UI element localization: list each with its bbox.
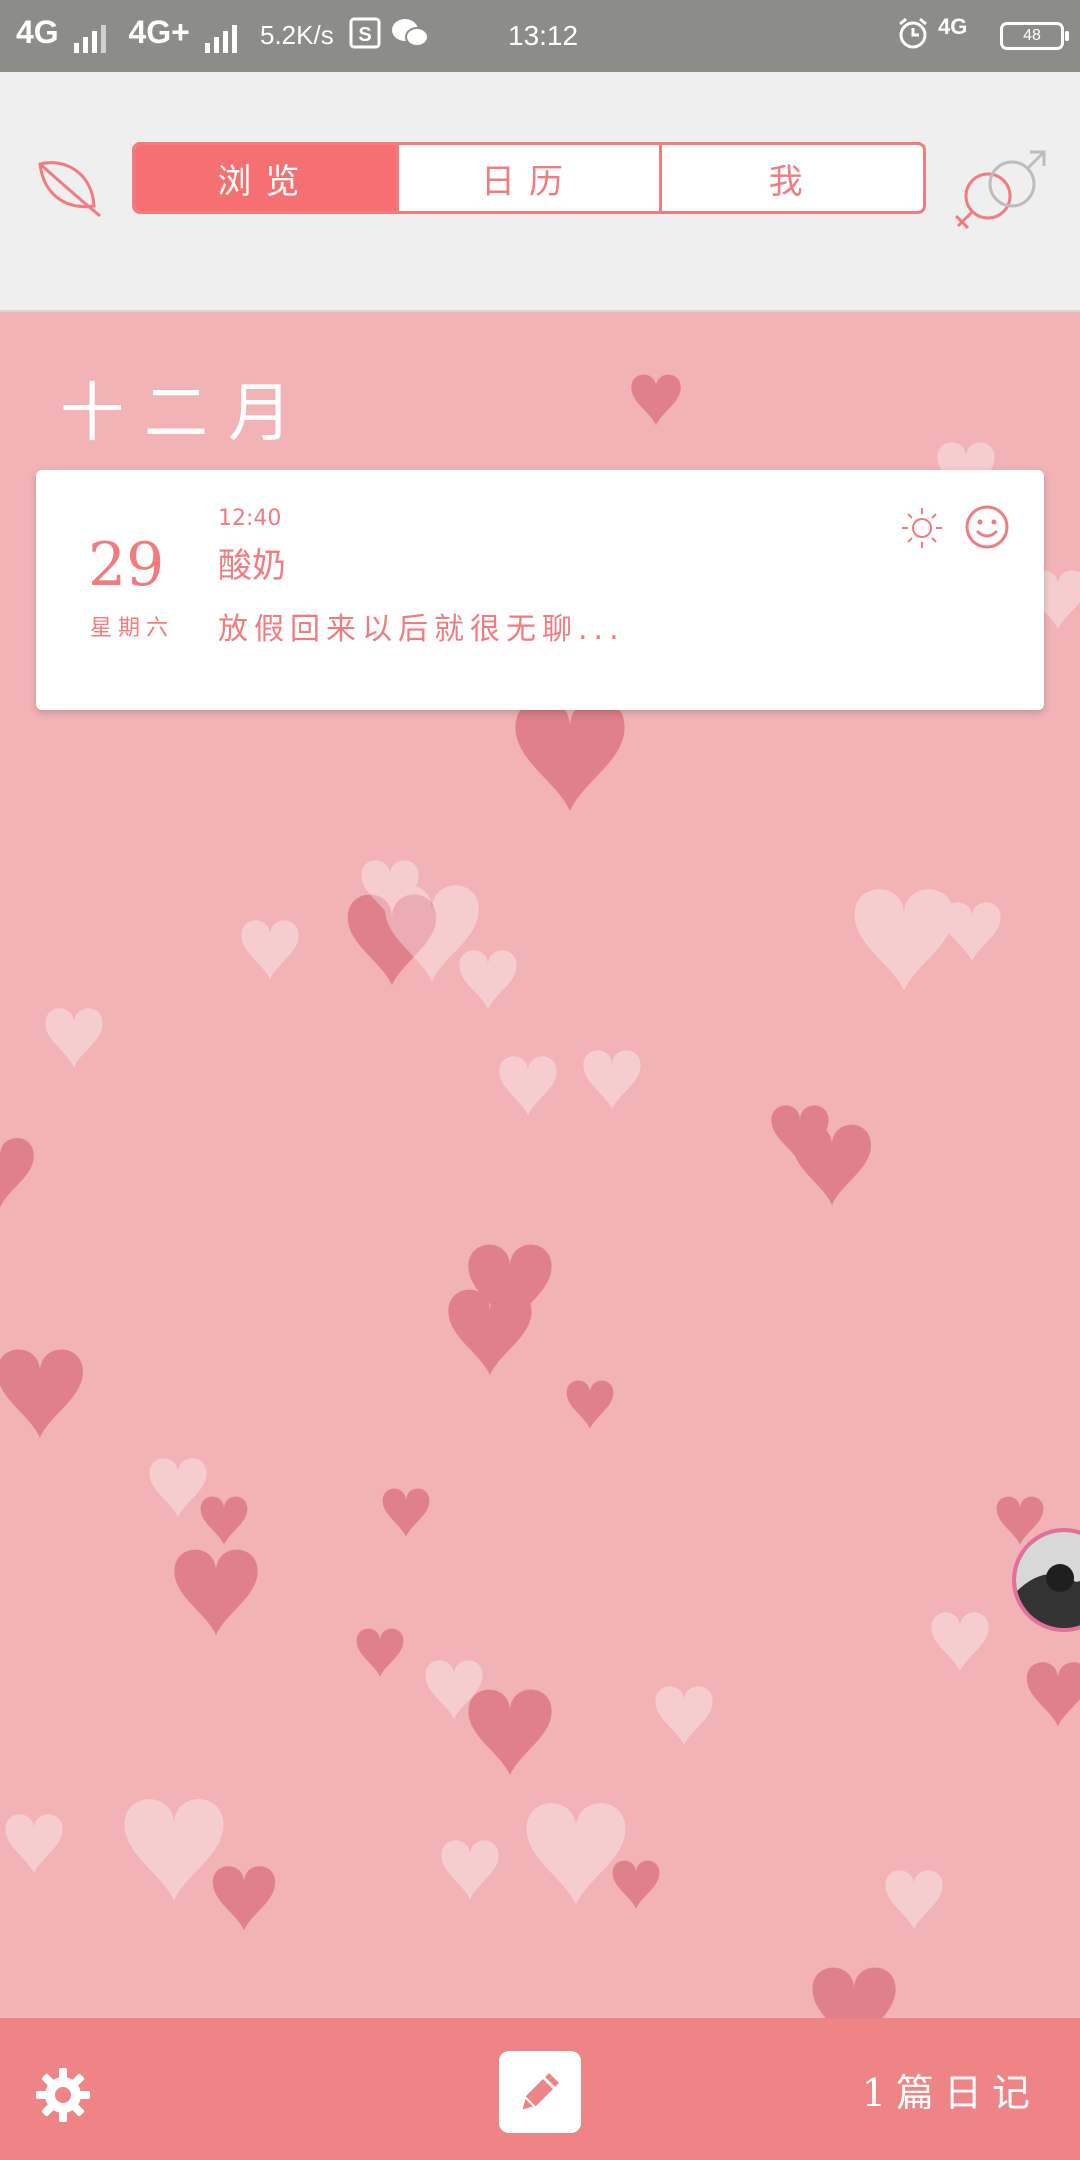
smile-icon [965, 505, 1009, 549]
tab-bar: 浏览 日历 我 [132, 142, 926, 214]
network-indicators: 4G 4G+ [16, 14, 241, 54]
entry-count: 1篇日记 [861, 2071, 1040, 2115]
top-navigation: 浏览 日历 我 [0, 72, 1080, 312]
entry-day: 29 [88, 530, 165, 600]
network-label-3: 4G [938, 14, 968, 39]
battery-level: 48 [1023, 27, 1041, 44]
pencil-icon [519, 2073, 559, 2113]
s-app-icon: S [349, 17, 381, 49]
signal-icon [73, 16, 110, 54]
entry-time: 12:40 [218, 506, 282, 531]
entry-weekday: 星期六 [90, 616, 175, 641]
gear-icon[interactable] [34, 2066, 92, 2124]
wechat-icon [392, 19, 429, 47]
bottom-bar: 1篇日记 [0, 2018, 1080, 2160]
leaf-icon[interactable] [34, 154, 104, 218]
svg-text:S: S [358, 24, 371, 46]
network-label-2: 4G+ [128, 14, 190, 50]
signal-icon-2 [204, 16, 241, 54]
gender-icon[interactable] [952, 144, 1048, 240]
diary-list-area: 十二月 29 星期六 12:40 酸奶 放假回来以后就很无聊... [0, 312, 1080, 2018]
status-bar: 4G 4G+ 5.2K/s S 13:12 4G 48 [0, 0, 1080, 72]
sun-icon [902, 508, 942, 548]
tab-me[interactable]: 我 [662, 145, 923, 211]
battery-icon: 48 [1000, 22, 1069, 50]
entry-title: 酸奶 [218, 546, 286, 586]
network-label-1: 4G [16, 14, 59, 50]
entry-excerpt: 放假回来以后就很无聊... [218, 612, 625, 647]
compose-button[interactable] [499, 2051, 581, 2133]
network-speed: 5.2K/s [260, 20, 334, 50]
diary-entry-card[interactable]: 29 星期六 12:40 酸奶 放假回来以后就很无聊... [36, 470, 1044, 710]
clock: 13:12 [508, 20, 579, 51]
month-heading: 十二月 [60, 377, 312, 451]
tab-browse[interactable]: 浏览 [135, 145, 399, 211]
tab-calendar[interactable]: 日历 [399, 145, 663, 211]
alarm-icon [899, 17, 927, 49]
